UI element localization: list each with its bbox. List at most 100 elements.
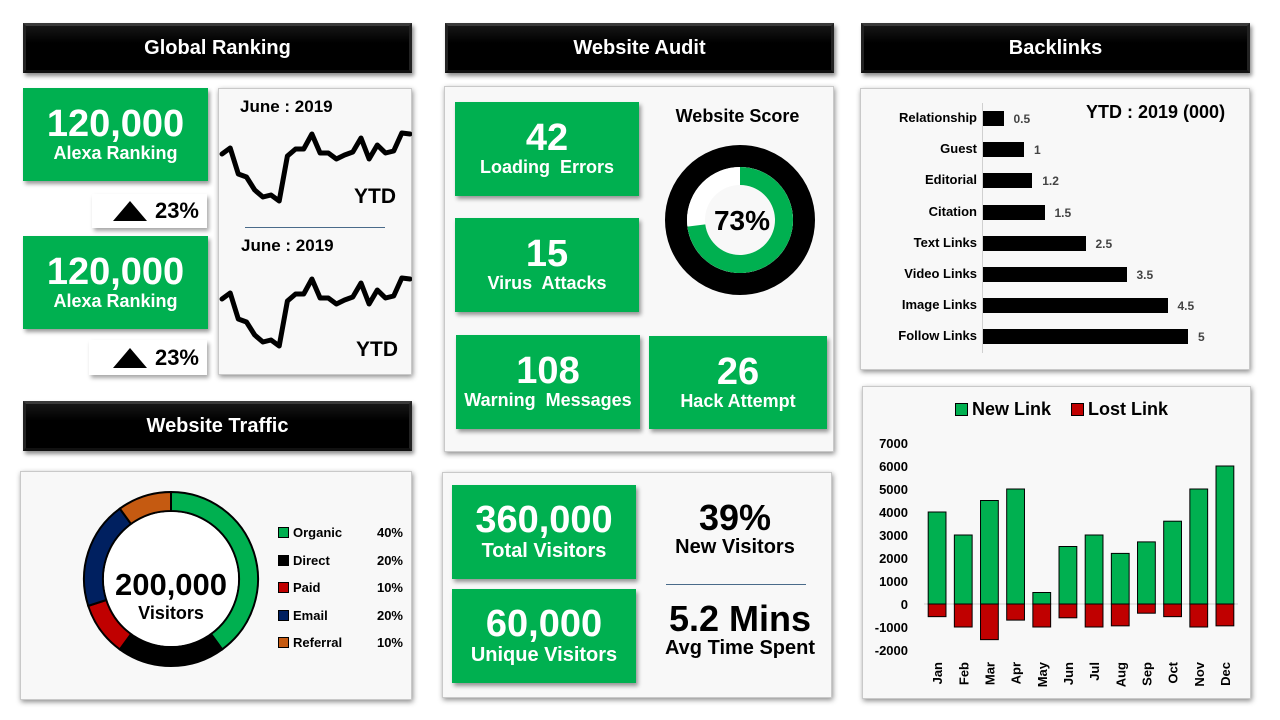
bar — [983, 329, 1188, 345]
legend-pct: 10% — [376, 580, 403, 595]
y-tick-label: 0 — [901, 597, 908, 612]
lost-link-bar — [953, 603, 973, 628]
new-link-bar — [1137, 541, 1156, 605]
global-ranking-title: Global Ranking — [144, 36, 291, 59]
website-audit-title: Website Audit — [573, 36, 706, 59]
bar-value-label: 4.5 — [1177, 299, 1195, 314]
alexa-ranking-label: Alexa Ranking — [53, 142, 178, 163]
visitors-divider — [666, 584, 806, 585]
legend-item-direct: Direct 20% — [278, 553, 403, 581]
new-link-bar — [980, 500, 999, 605]
new-link-bar — [1215, 465, 1235, 605]
x-tick-label: Dec — [1218, 662, 1233, 686]
alexa-ranking-value: 120,000 — [46, 250, 185, 293]
bar-value-label: 0.5 — [1013, 112, 1031, 126]
y-tick-label: -1000 — [875, 620, 908, 635]
sparkline-ytd-2: YTD — [356, 338, 398, 361]
backlinks-axis-line — [982, 103, 983, 353]
bar — [983, 235, 1086, 251]
legend-name: Referral — [293, 635, 343, 650]
total-visitors-label: Total Visitors — [481, 540, 607, 562]
legend-pct: 20% — [376, 607, 403, 623]
x-tick-label: Feb — [956, 662, 971, 685]
unique-visitors-label: Unique Visitors — [470, 644, 618, 666]
sparkline-line — [219, 275, 412, 349]
x-tick-label: Oct — [1166, 661, 1181, 683]
metric-label: Loading Errors — [479, 157, 614, 178]
new-link-bar — [1032, 592, 1052, 605]
total-visitors-card: 360,000 Total Visitors — [452, 485, 636, 579]
new-visitors-label: New Visitors — [675, 536, 795, 558]
sparkline-title-1: June : 2019 — [240, 97, 333, 116]
lost-link-bar — [1163, 603, 1182, 618]
x-tick-label: Jul — [1087, 662, 1102, 681]
legend-item-organic: Organic 40% — [278, 525, 403, 553]
metric-value: 15 — [525, 233, 569, 276]
triangle-up-icon — [112, 347, 147, 368]
new-link-bar — [1189, 488, 1209, 605]
bar — [983, 267, 1127, 282]
lost-link-bar — [927, 603, 947, 618]
legend-item-email: Email 20% — [278, 608, 403, 636]
traffic-total-value: 200,000 — [115, 567, 227, 602]
x-tick-label: Sep — [1139, 662, 1154, 686]
avg-time-value: 5.2 Mins — [668, 598, 812, 639]
bar — [983, 173, 1033, 189]
y-tick-label: 7000 — [879, 436, 908, 451]
ranking-change-2: 23% — [89, 340, 207, 375]
warning-messages-card: 108 Warning Messages — [456, 335, 640, 429]
lost-link-bar — [1110, 603, 1130, 627]
bar — [983, 142, 1024, 158]
bar-value-label: 3.5 — [1136, 268, 1154, 282]
lost-link-bar — [980, 603, 999, 641]
lost-link-bar — [1137, 603, 1156, 614]
backlinks-title: Backlinks — [1008, 36, 1103, 59]
referral-swatch-icon — [278, 637, 289, 648]
avg-time-label: Avg Time Spent — [664, 637, 816, 659]
new-link-bar — [1084, 534, 1104, 605]
x-tick-label: Aug — [1113, 662, 1128, 687]
new-lost-links-chart: 7000 6000 5000 4000 3000 2000 1000 0 -1000 -2000 J… — [875, 436, 1238, 687]
backlinks-header: Backlinks — [861, 23, 1250, 73]
new-link-bar — [1110, 552, 1130, 605]
website-audit-header: Website Audit — [445, 23, 834, 73]
website-score-gauge: 73% — [665, 145, 815, 295]
x-tick-label: May — [1035, 661, 1050, 687]
global-ranking-header: Global Ranking — [23, 23, 412, 73]
bar-label: Follow Links — [898, 328, 977, 344]
legend-name: Direct — [293, 552, 330, 568]
y-tick-label: 1000 — [879, 574, 908, 589]
website-score-value: 73% — [714, 205, 770, 236]
bar-label: Citation — [928, 203, 977, 219]
virus-attacks-card: 15 Virus Attacks — [455, 218, 639, 312]
unique-visitors-value: 60,000 — [485, 603, 603, 645]
metric-label: Virus Attacks — [487, 273, 607, 294]
bar-value-label: 2.5 — [1095, 236, 1113, 251]
email-swatch-icon — [278, 609, 289, 621]
website-traffic-header: Website Traffic — [23, 401, 412, 451]
backlinks-subtitle: YTD : 2019 (000) — [1086, 102, 1226, 122]
metric-value: 42 — [525, 117, 569, 160]
sparkline-title-2: June : 2019 — [241, 236, 334, 255]
new-visitors-value: 39% — [698, 497, 772, 538]
new-link-bar — [927, 511, 947, 605]
metric-label: Hack Attempt — [680, 390, 796, 411]
bar-value-label: 5 — [1198, 330, 1205, 345]
lost-link-bar — [1006, 603, 1025, 621]
y-tick-label: 2000 — [879, 551, 908, 566]
y-tick-label: 3000 — [879, 528, 908, 543]
bar — [983, 298, 1168, 314]
new-link-bar — [1058, 546, 1078, 605]
bar — [983, 204, 1045, 220]
x-tick-label: Nov — [1192, 661, 1207, 686]
x-tick-label: Mar — [982, 662, 997, 685]
bar-label: Image Links — [901, 297, 977, 313]
alexa-ranking-card-2: 120,000 Alexa Ranking — [23, 236, 208, 329]
metric-value: 26 — [716, 350, 760, 393]
website-traffic-title: Website Traffic — [146, 414, 289, 437]
ranking-change-1: 23% — [92, 194, 207, 228]
legend-pct: 40% — [376, 525, 403, 540]
bar — [983, 111, 1004, 126]
new-link-bar — [1163, 520, 1182, 605]
legend-pct: 10% — [376, 635, 403, 650]
